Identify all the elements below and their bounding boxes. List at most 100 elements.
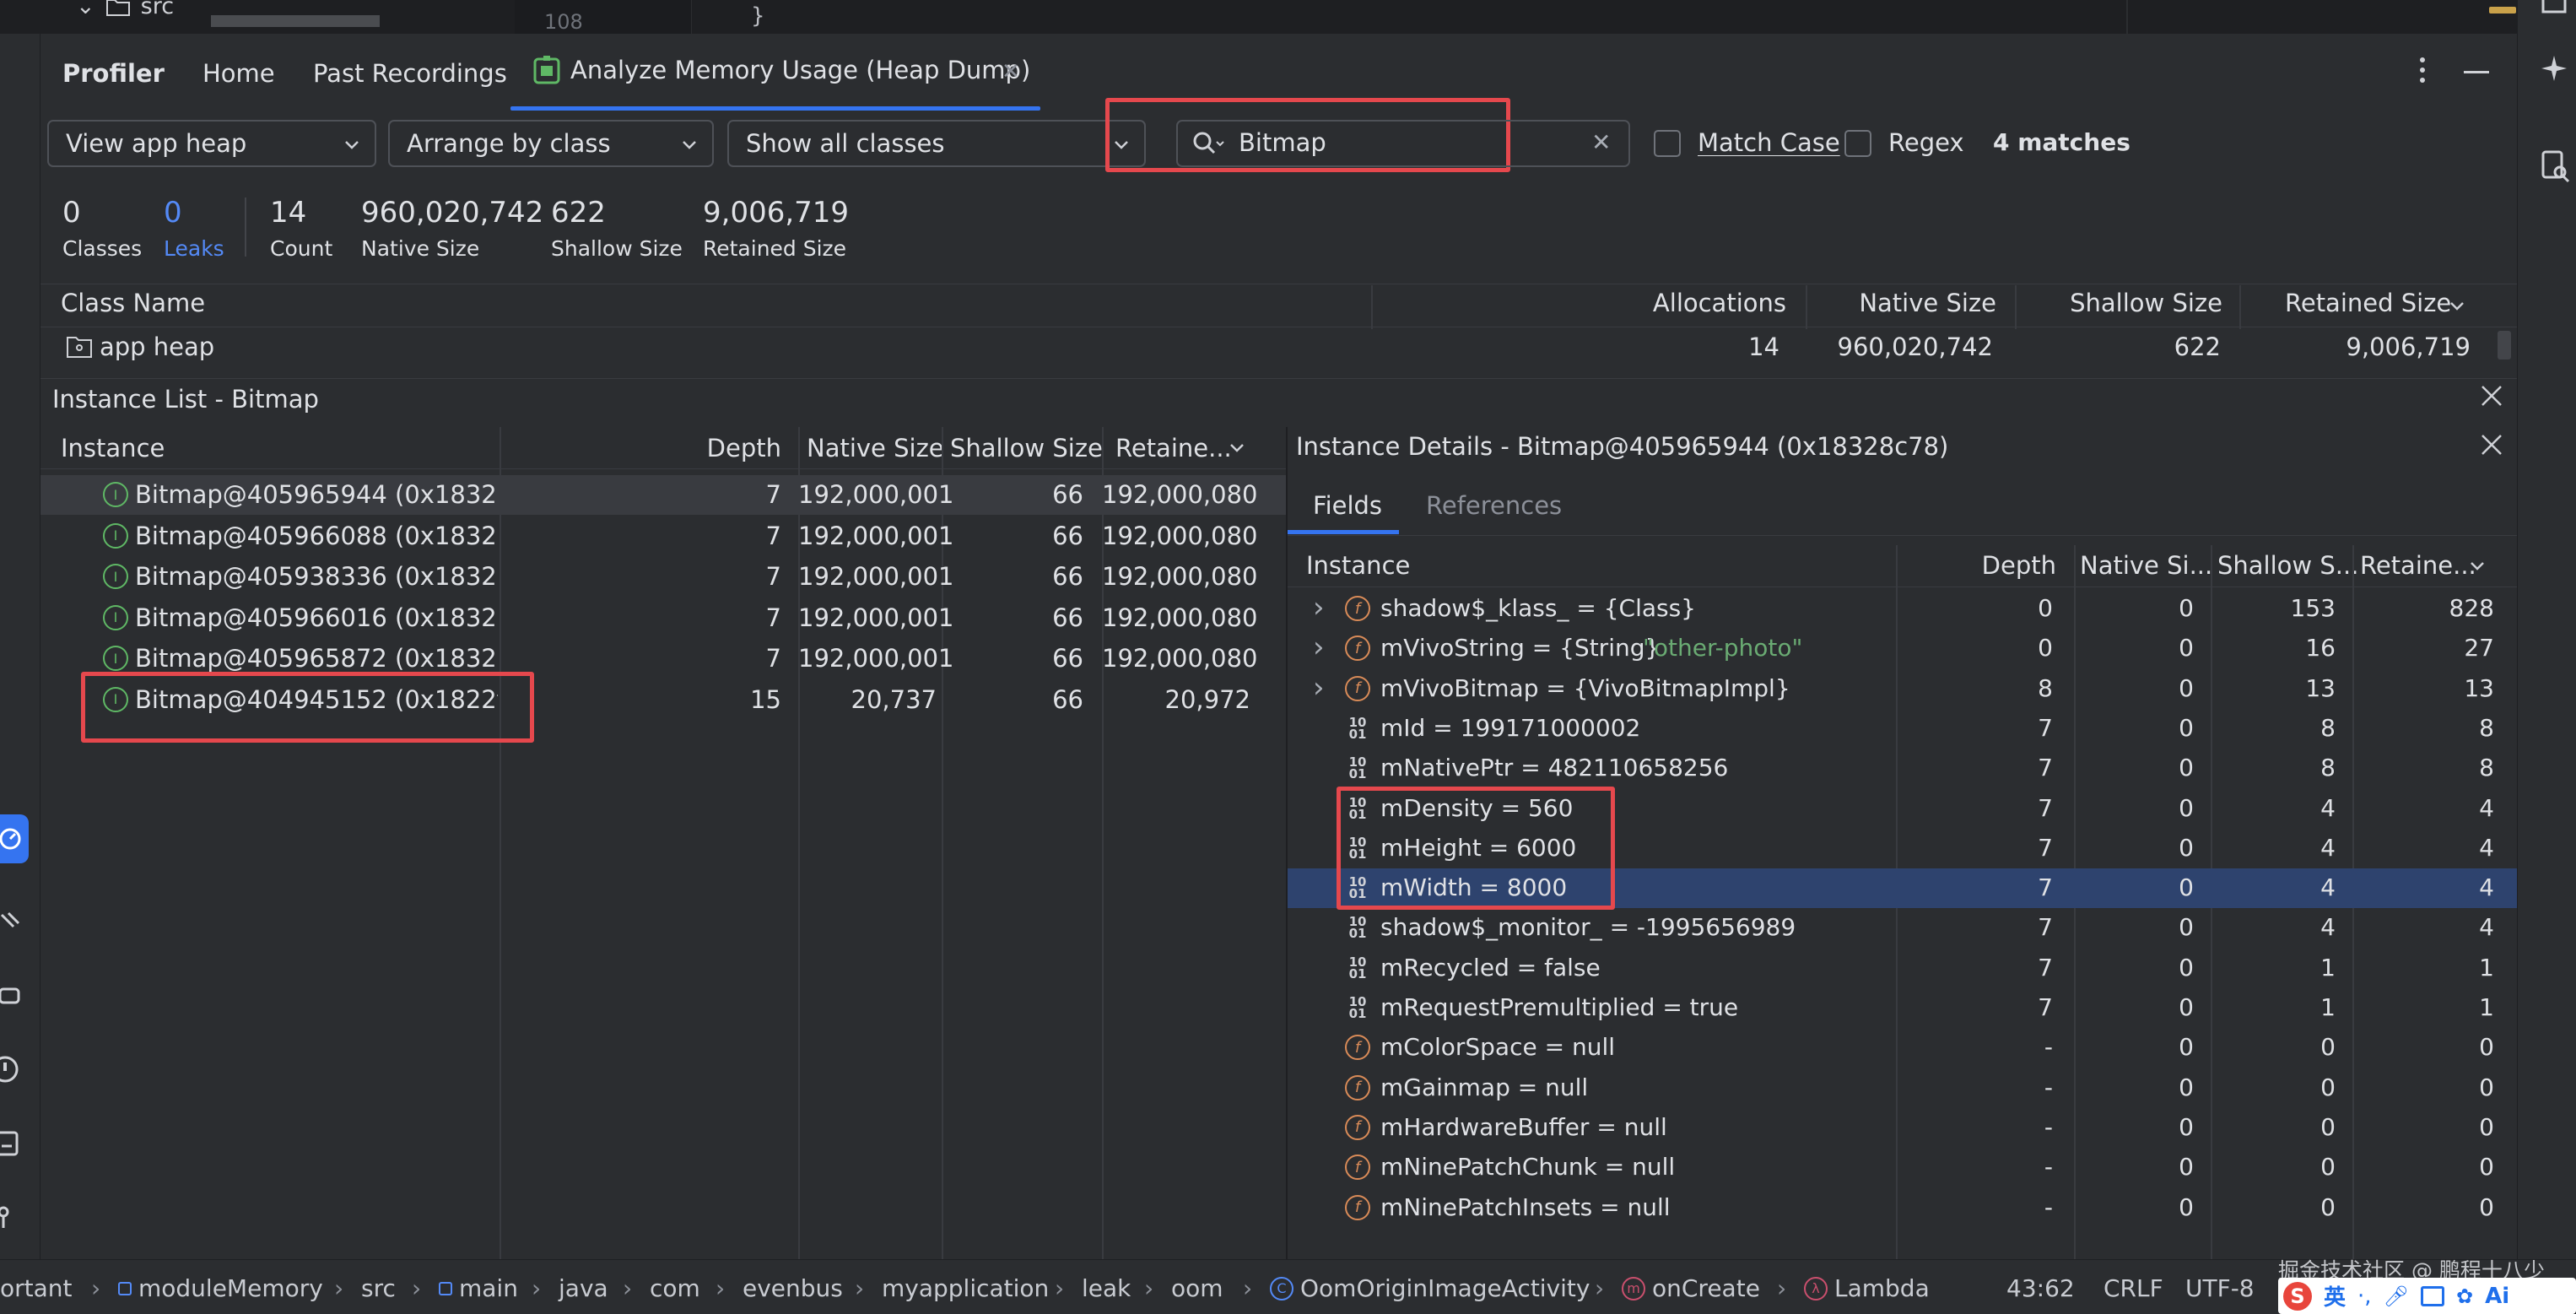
android-icon[interactable]: [0, 982, 25, 1008]
breadcrumb-item[interactable]: moduleMemory: [118, 1274, 323, 1302]
class-icon: C: [1270, 1276, 1293, 1300]
tab-profiler[interactable]: Profiler: [62, 59, 165, 88]
col-native-size[interactable]: Native Size: [1806, 289, 1996, 317]
col-allocations[interactable]: Allocations: [1371, 289, 1786, 317]
breadcrumb-item[interactable]: main: [439, 1274, 518, 1302]
field-native-size: 0: [2179, 713, 2194, 742]
col-native-size[interactable]: Native Size: [807, 434, 944, 462]
stat-leaks-value[interactable]: 0: [164, 196, 182, 230]
ime-mode[interactable]: 英: [2324, 1280, 2346, 1311]
more-options-icon[interactable]: [2418, 56, 2427, 84]
field-retained-size: 4: [2479, 873, 2494, 902]
tab-references[interactable]: References: [1426, 491, 1562, 520]
col-shallow-size[interactable]: Shallow S...: [2217, 551, 2358, 580]
field-name: mNativePtr = 482110658256: [1380, 754, 1729, 782]
tab-fields[interactable]: Fields: [1313, 491, 1382, 520]
breadcrumb-item[interactable]: C OomOriginImageActivity: [1270, 1274, 1590, 1302]
class-row-alloc: 14: [1748, 333, 1779, 361]
skin-icon[interactable]: ✿: [2456, 1284, 2473, 1308]
chevron-right-icon[interactable]: ›: [1313, 673, 1325, 702]
close-icon[interactable]: [2479, 383, 2504, 408]
regex-checkbox[interactable]: [1844, 130, 1871, 157]
match-case-label[interactable]: Match Case: [1698, 128, 1840, 157]
field-shallow-size: 1: [2320, 953, 2336, 981]
minimize-icon[interactable]: [2464, 71, 2489, 73]
breadcrumb-separator-icon: ›: [1595, 1274, 1605, 1302]
tab-heap-dump[interactable]: Analyze Memory Usage (Heap Dump): [533, 56, 1030, 84]
stat-leaks-label[interactable]: Leaks: [164, 236, 224, 261]
breadcrumb-item[interactable]: src: [361, 1274, 396, 1302]
punctuation-icon[interactable]: ·,: [2357, 1284, 2372, 1309]
field-native-size: 0: [2179, 993, 2194, 1021]
match-count: 4 matches: [1993, 128, 2130, 156]
clear-search-icon[interactable]: ✕: [1591, 128, 1611, 156]
keyboard-icon[interactable]: [2421, 1285, 2445, 1306]
col-retained-size[interactable]: Retained Size: [2285, 289, 2451, 317]
col-depth[interactable]: Depth: [1896, 551, 2056, 580]
show-classes-select[interactable]: Show all classes: [727, 120, 1146, 167]
breadcrumb-separator-icon: ›: [716, 1274, 726, 1302]
ai-assistant-icon[interactable]: [2540, 54, 2568, 83]
tab-past-recordings[interactable]: Past Recordings: [313, 59, 507, 88]
col-retained[interactable]: Retaine...: [1115, 434, 1232, 462]
col-shallow-size[interactable]: Shallow Size: [2015, 289, 2222, 317]
instance-name: Bitmap@405965872 (0x18328c30: [135, 644, 498, 673]
terminal-icon[interactable]: [0, 1129, 25, 1158]
col-instance[interactable]: Instance: [1306, 551, 1410, 580]
profiler-tool-button[interactable]: [0, 814, 29, 863]
problems-icon[interactable]: [0, 1055, 25, 1084]
field-depth: 7: [2038, 873, 2053, 902]
line-separator[interactable]: CRLF: [2103, 1274, 2163, 1302]
close-tab-icon[interactable]: ✕: [1002, 59, 1020, 84]
field-depth: 7: [2038, 953, 2053, 981]
breadcrumb-label: evenbus: [743, 1274, 843, 1302]
build-icon[interactable]: [0, 910, 25, 935]
tab-divider: [1288, 535, 2517, 536]
col-shallow-size[interactable]: Shallow Size: [950, 434, 1103, 462]
field-shallow-size: 4: [2320, 913, 2336, 942]
ai-icon[interactable]: Ai: [2485, 1284, 2509, 1309]
file-encoding[interactable]: UTF-8: [2185, 1274, 2255, 1302]
microphone-icon[interactable]: 🎤︎: [2384, 1284, 2409, 1308]
col-retained[interactable]: Retaine...: [2360, 551, 2476, 580]
stat-count-value: 14: [270, 196, 307, 230]
field-native-size: 0: [2179, 1192, 2194, 1221]
heap-select[interactable]: View app heap: [47, 120, 376, 167]
field-retained-size: 0: [2479, 1033, 2494, 1062]
chevron-right-icon[interactable]: ›: [1313, 593, 1325, 622]
breadcrumb-separator-icon: ›: [532, 1274, 542, 1302]
regex-label[interactable]: Regex: [1888, 128, 1964, 157]
breadcrumb-item[interactable]: java: [559, 1274, 608, 1302]
search-value[interactable]: Bitmap: [1239, 128, 1326, 157]
breadcrumb-item[interactable]: evenbus: [743, 1274, 843, 1302]
class-table-scrollbar[interactable]: [2498, 331, 2511, 360]
breadcrumb-item[interactable]: ortant: [0, 1274, 73, 1302]
breadcrumb-item[interactable]: λ Lambda: [1804, 1274, 1930, 1302]
ime-toolbar[interactable]: S 英 ·, 🎤︎ ✿ Ai: [2278, 1278, 2576, 1314]
instance-depth: 7: [765, 562, 781, 591]
col-instance[interactable]: Instance: [61, 434, 165, 462]
match-case-checkbox[interactable]: [1654, 130, 1681, 157]
tab-home[interactable]: Home: [203, 59, 275, 88]
notifications-icon[interactable]: [2540, 0, 2568, 15]
project-tree-src[interactable]: ⌄ src: [76, 0, 174, 19]
col-depth[interactable]: Depth: [500, 434, 781, 462]
tree-scrollbar[interactable]: [211, 15, 380, 27]
close-icon[interactable]: [2479, 432, 2504, 457]
col-native-size[interactable]: Native Si...: [2080, 551, 2212, 580]
breadcrumb-item[interactable]: m onCreate: [1622, 1274, 1760, 1302]
breadcrumb-item[interactable]: myapplication: [882, 1274, 1049, 1302]
breadcrumb-item[interactable]: leak: [1082, 1274, 1131, 1302]
git-icon[interactable]: [0, 1205, 25, 1230]
device-explorer-icon[interactable]: [2541, 150, 2570, 184]
chevron-right-icon[interactable]: ›: [1313, 633, 1325, 662]
breadcrumb-item[interactable]: oom: [1171, 1274, 1223, 1302]
arrange-select[interactable]: Arrange by class: [388, 120, 714, 167]
field-shallow-size: 8: [2320, 754, 2336, 782]
heap-dump-icon: [533, 56, 560, 84]
field-shallow-size: 0: [2320, 1033, 2336, 1062]
col-class-name[interactable]: Class Name: [61, 289, 205, 317]
field-retained-size: 0: [2479, 1112, 2494, 1141]
caret-position[interactable]: 43:62: [2006, 1274, 2075, 1302]
breadcrumb-item[interactable]: com: [650, 1274, 700, 1302]
